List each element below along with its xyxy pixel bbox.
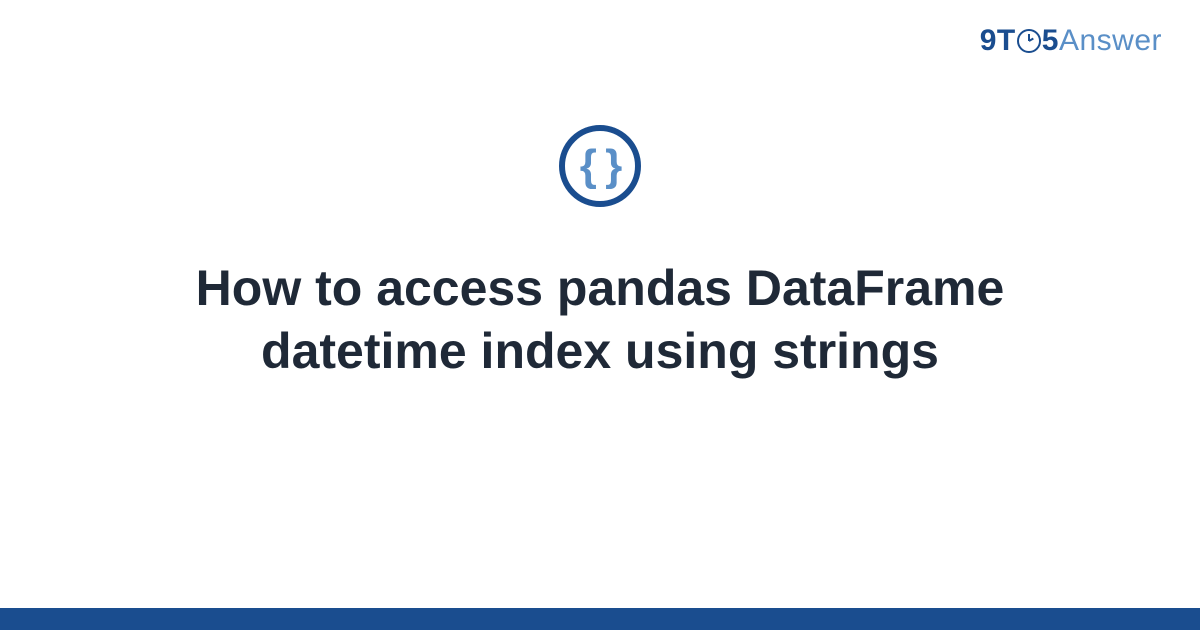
main-content: { } How to access pandas DataFrame datet… [0,125,1200,382]
category-icon-circle: { } [559,125,641,207]
site-logo: 9T 5Answer [980,24,1162,58]
code-braces-icon: { } [580,144,620,188]
page-title: How to access pandas DataFrame datetime … [75,257,1125,382]
clock-icon [1017,29,1041,53]
logo-text-9t: 9T [980,24,1016,57]
logo-text-answer: Answer [1059,24,1162,57]
footer-bar [0,608,1200,630]
logo-text-5: 5 [1042,24,1059,57]
